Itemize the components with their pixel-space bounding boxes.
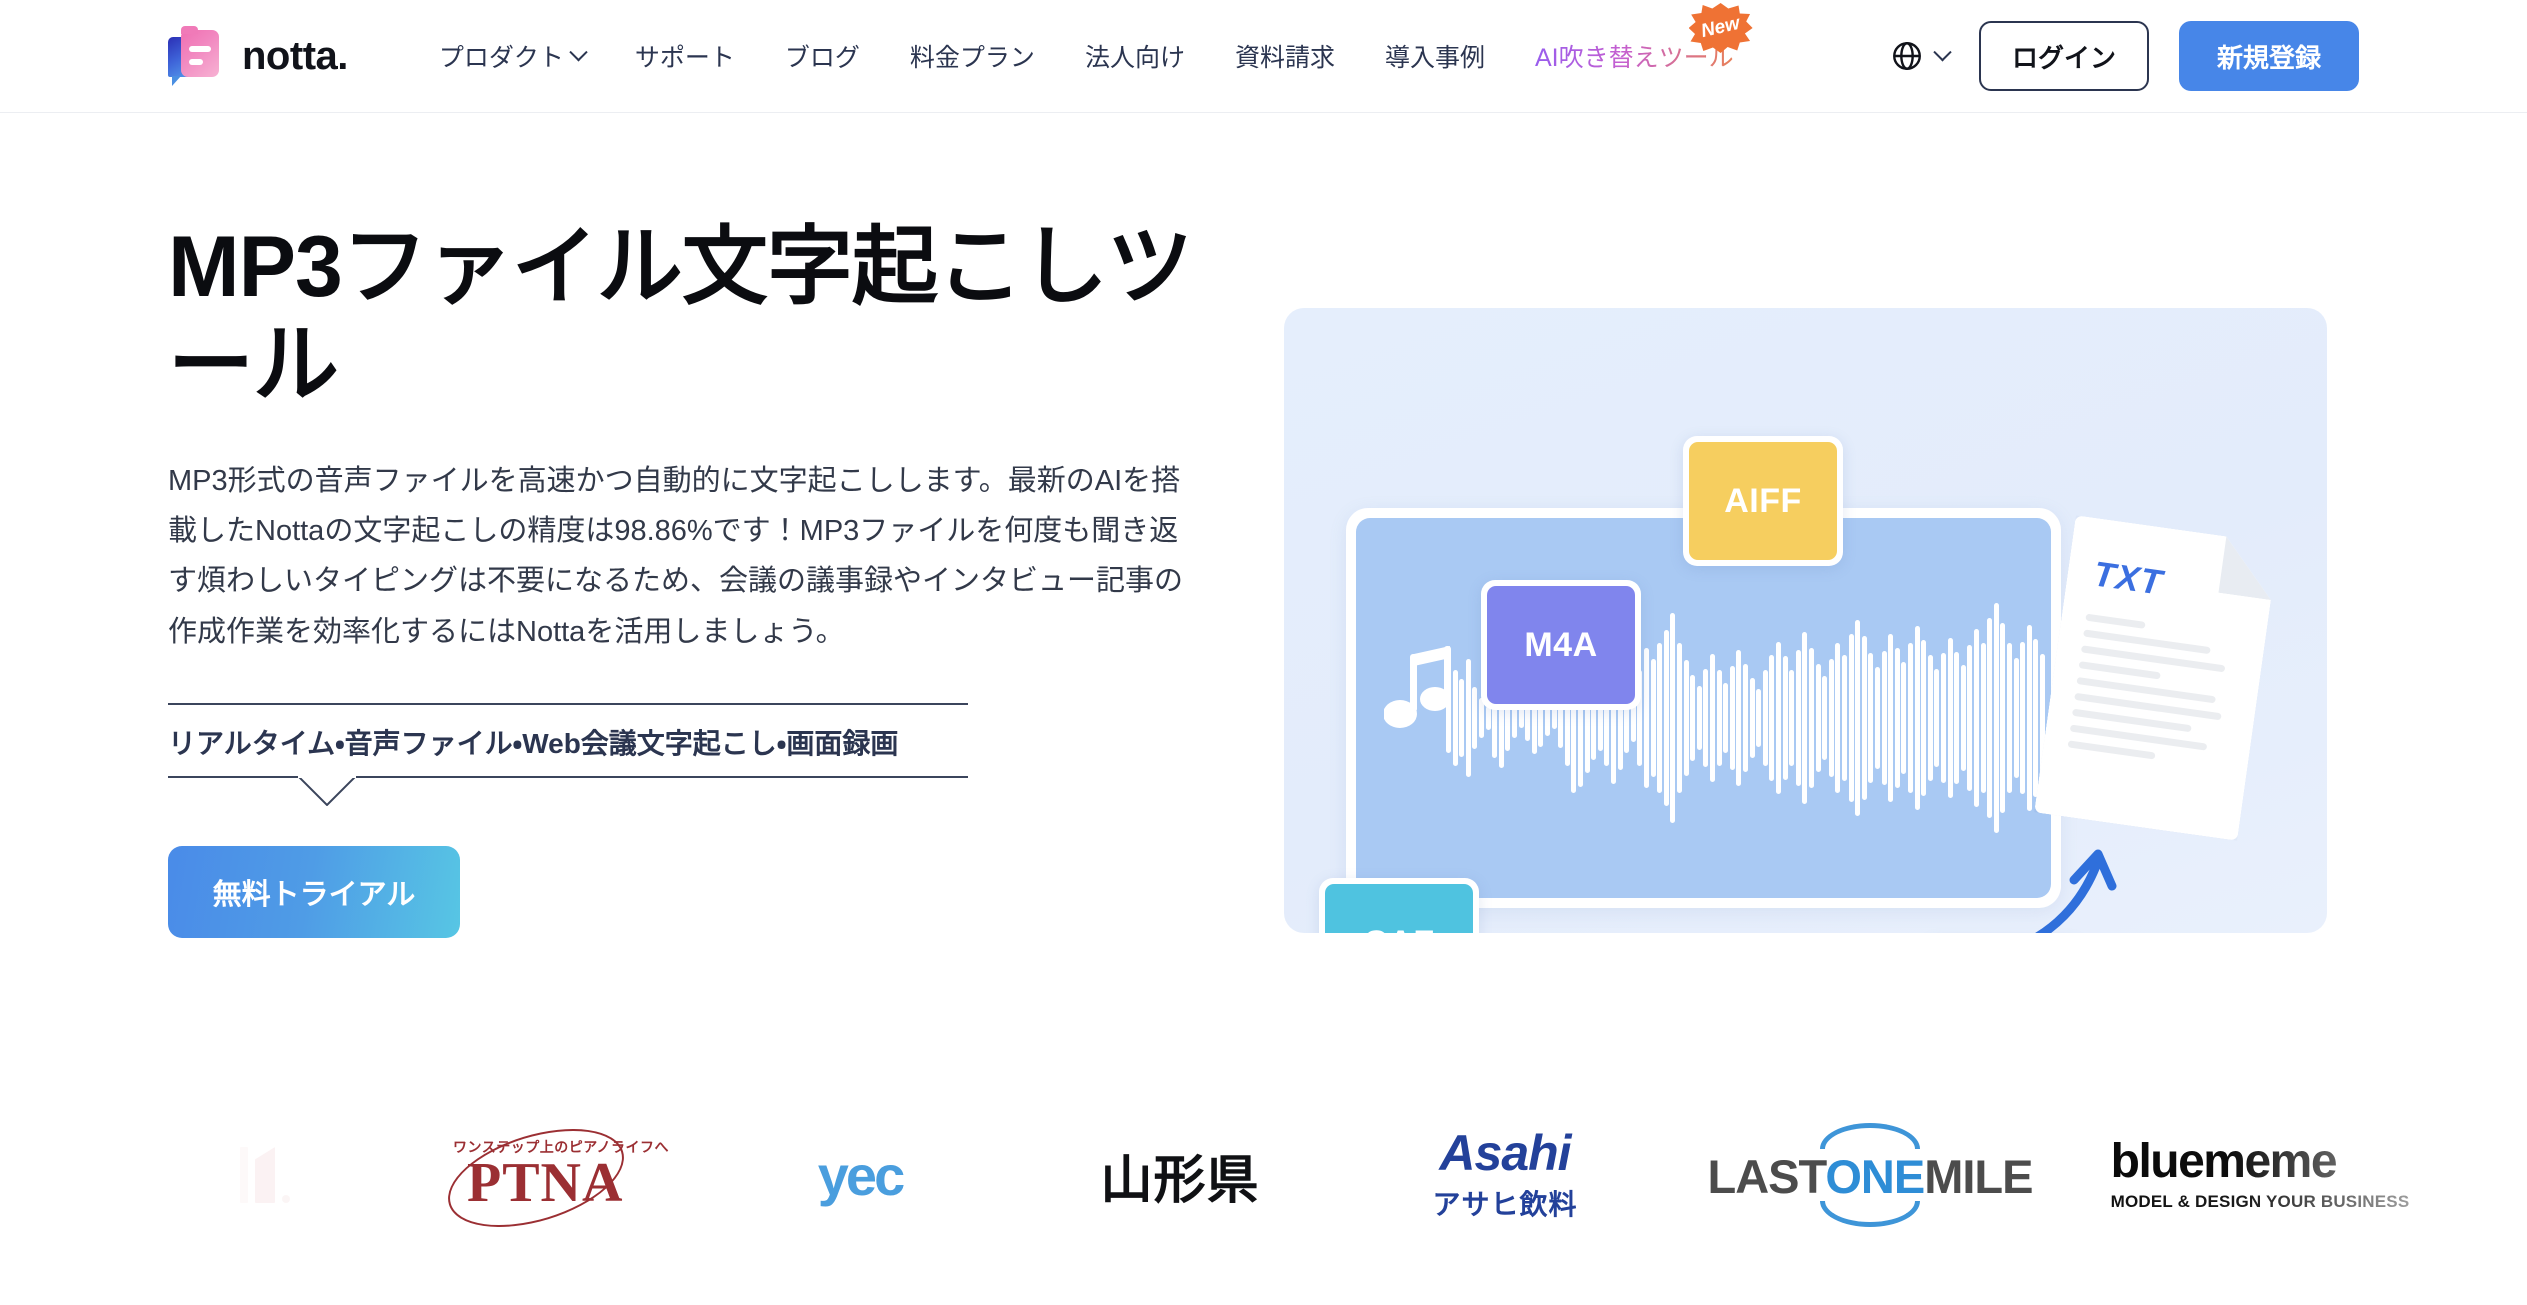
main-navigation: プロダクト サポート ブログ 料金プラン 法人向け 資料請求 導入事例 AI吹き… [414,0,1759,112]
yamagata-wordmark: 山形県 [1100,1151,1260,1210]
page-title: MP3ファイル文字起こしツール [168,219,1193,414]
yec-wordmark: yec [817,1143,905,1207]
brand-logo[interactable]: notta. [168,26,348,86]
lom-part3: MILE [1924,1150,2033,1203]
lastonemile-wordmark: LASTONEMILE [1705,1153,2035,1200]
site-header: notta. プロダクト サポート ブログ 料金プラン 法人向け 資料請求 導入… [0,0,2527,113]
format-badge-m4a: M4A [1481,580,1641,710]
format-badge-aiff: AIFF [1683,436,1843,566]
logo-asahi: Asahi アサヒ飲料 [1340,1105,1670,1245]
ptna-wordmark: PTNA [467,1152,624,1214]
format-badge-caf: CAF [1319,878,1479,933]
chevron-down-icon [1933,42,1952,61]
customer-logo-strip: ワンステップ上のピアノライフへ PTNA yec 山形県 Asahi アサヒ飲料… [0,1105,2527,1246]
nav-item-business[interactable]: 法人向け [1060,0,1210,112]
logo-partial [150,1105,380,1245]
logo-lastonemile: LASTONEMILE [1670,1105,2070,1245]
free-trial-button[interactable]: 無料トライアル [168,845,460,938]
lom-part1: LAST [1707,1150,1826,1203]
bluememe-wordmark: bluememe [2111,1138,2410,1186]
logo-bluememe: bluememe MODEL & DESIGN YOUR BUSINESS [2070,1105,2450,1245]
logo-ptna: ワンステップ上のピアノライフへ PTNA [380,1105,700,1246]
nav-label: サポート [634,44,735,72]
nav-item-ai-dubbing-tool[interactable]: AI吹き替えツール New [1510,0,1759,112]
nav-item-support[interactable]: サポート [610,0,760,112]
signup-button[interactable]: 新規登録 [2179,21,2359,91]
format-label: M4A [1487,586,1635,704]
notta-logo-icon [168,26,228,86]
divider-bottom [168,775,968,778]
format-label: AIFF [1689,442,1837,560]
logo-yec: yec [700,1105,1020,1245]
nav-item-documents[interactable]: 資料請求 [1210,0,1360,112]
nav-item-pricing[interactable]: 料金プラン [885,0,1060,112]
hero-description: MP3形式の音声ファイルを高速かつ自動的に文字起こしします。最新のAIを搭載した… [168,465,1184,648]
nav-label: AI吹き替えツール [1534,44,1734,72]
partial-logo-icon [240,1147,290,1203]
audio-player-card [1346,508,2061,908]
nav-item-products[interactable]: プロダクト [414,0,610,112]
asahi-wordmark: Asahi [1439,1124,1571,1181]
pointer-notch-icon [298,775,356,806]
language-selector[interactable] [1890,39,1952,73]
nav-label: 料金プラン [909,44,1035,72]
asahi-jp-label: アサヒ飲料 [1432,1188,1578,1220]
hero-content: MP3ファイル文字起こしツール MP3形式の音声ファイルを高速かつ自動的に文字起… [168,218,1228,938]
nav-item-blog[interactable]: ブログ [760,0,885,112]
arc-top-icon [1820,1123,1920,1149]
lom-part2: ONE [1825,1150,1925,1203]
nav-label: ブログ [784,44,860,72]
arc-bottom-icon [1820,1201,1920,1227]
header-actions: ログイン 新規登録 [1890,21,2359,91]
nav-label: プロダクト [438,44,564,72]
login-button[interactable]: ログイン [1979,21,2149,91]
nav-item-case-studies[interactable]: 導入事例 [1360,0,1510,112]
bluememe-tagline: MODEL & DESIGN YOUR BUSINESS [2110,1192,2410,1211]
hero-illustration: AIFF M4A CAF MP3 WAV TXT [1284,308,2327,933]
nav-label: 導入事例 [1384,44,1485,72]
nav-label: 法人向け [1084,44,1185,72]
brand-name: notta. [242,33,348,78]
page-fold-corner [2218,536,2279,600]
chevron-down-icon [569,42,588,61]
format-label: CAF [1325,884,1473,933]
nav-label: 資料請求 [1234,44,1335,72]
globe-icon [1893,42,1921,70]
logo-yamagata: 山形県 [1020,1105,1340,1245]
txt-document-icon: TXT [2034,515,2279,841]
feature-list-text: リアルタイム・音声ファイル・Web会議文字起こし・画面録画 [168,727,899,759]
feature-list: リアルタイム・音声ファイル・Web会議文字起こし・画面録画 [168,702,968,806]
hero-section: MP3ファイル文字起こしツール MP3形式の音声ファイルを高速かつ自動的に文字起… [0,113,2527,1113]
